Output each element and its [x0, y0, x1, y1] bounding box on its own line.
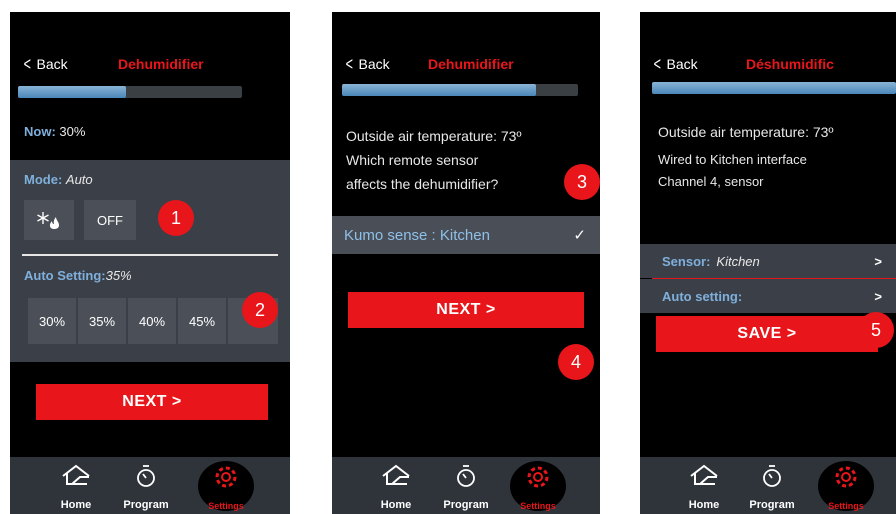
- back-label: Back: [36, 56, 68, 72]
- progress-bar: [18, 86, 242, 98]
- bottom-nav: Home Program Settings: [332, 457, 600, 514]
- step-badge-4: 4: [558, 344, 594, 380]
- now-status: Now: 30%: [24, 124, 85, 139]
- nav-home-label: Home: [688, 499, 720, 511]
- mode-panel: Mode: Auto OFF Auto Setting:35%: [10, 160, 290, 290]
- chevron-left-icon: <: [23, 54, 31, 74]
- question-line-1: Which remote sensor: [346, 152, 479, 168]
- progress-fill: [342, 84, 536, 96]
- step-badge-5: 5: [858, 312, 894, 348]
- next-button[interactable]: NEXT >: [348, 292, 584, 328]
- save-button[interactable]: SAVE >: [656, 316, 878, 352]
- wired-info-line-2: Channel 4, sensor: [658, 174, 764, 189]
- off-button[interactable]: OFF: [84, 200, 136, 240]
- gear-icon: [215, 466, 237, 488]
- back-button[interactable]: < Back: [652, 54, 698, 74]
- auto-setting-row[interactable]: Auto setting: >: [640, 279, 896, 313]
- screen-title: Déshumidific: [746, 56, 834, 72]
- now-value: 30%: [59, 124, 86, 139]
- nav-settings-label: Settings: [208, 501, 244, 511]
- question-line-2: affects the dehumidifier?: [346, 176, 499, 192]
- auto-setting-row: Auto Setting:35%: [24, 268, 132, 283]
- chevron-left-icon: <: [345, 54, 353, 74]
- auto-setting-value: 35%: [105, 268, 132, 283]
- nav-settings-label: Settings: [828, 501, 864, 511]
- mode-value: Auto: [65, 172, 93, 187]
- nav-program-label: Program: [123, 499, 169, 511]
- home-icon: [62, 464, 90, 485]
- mode-row: Mode: Auto: [24, 172, 93, 187]
- sensor-label: Sensor:: [662, 253, 711, 269]
- back-label: Back: [666, 56, 698, 72]
- divider: [22, 254, 278, 256]
- step-badge-1: 1: [158, 200, 194, 236]
- nav-settings-label: Settings: [520, 501, 556, 511]
- sensor-value: Kitchen: [716, 253, 760, 269]
- nav-home[interactable]: Home: [48, 461, 104, 511]
- step-badge-3: 3: [564, 164, 600, 200]
- back-button[interactable]: < Back: [22, 54, 68, 74]
- nav-home[interactable]: Home: [676, 461, 732, 511]
- progress-bar: [652, 82, 896, 94]
- screen-title: Dehumidifier: [428, 56, 514, 72]
- timer-icon: [137, 465, 155, 487]
- screen-summary: < Back Déshumidific Outside air temperat…: [640, 12, 896, 514]
- nav-program-label: Program: [443, 499, 489, 511]
- bottom-nav: Home Program Settings: [10, 457, 290, 514]
- sensor-row[interactable]: Sensor: Kitchen >: [640, 244, 896, 278]
- auto-setting-label: Auto Setting:: [24, 268, 106, 283]
- next-button[interactable]: NEXT >: [36, 384, 268, 420]
- progress-fill: [18, 86, 126, 98]
- nav-program[interactable]: Program: [118, 461, 174, 511]
- nav-settings[interactable]: Settings: [818, 461, 874, 511]
- screen-mode-settings: < Back Dehumidifier Now: 30% Mode: Auto …: [10, 12, 290, 514]
- percent-option-30[interactable]: 30%: [28, 298, 76, 344]
- sensor-option-kitchen[interactable]: Kumo sense : Kitchen ✓: [332, 216, 600, 254]
- auto-setting-label: Auto setting:: [662, 288, 743, 304]
- nav-settings[interactable]: Settings: [510, 461, 566, 511]
- timer-icon: [763, 465, 781, 487]
- now-label: Now:: [24, 124, 56, 139]
- progress-fill: [652, 82, 896, 94]
- back-label: Back: [358, 56, 390, 72]
- bottom-nav: Home Program Settings: [640, 457, 896, 514]
- snowflake-flame-icon: [37, 212, 59, 229]
- nav-program[interactable]: Program: [438, 461, 494, 511]
- checkmark-icon: ✓: [573, 227, 586, 244]
- sensor-option-label: Kumo sense : Kitchen: [344, 226, 490, 244]
- wired-info-line-1: Wired to Kitchen interface: [658, 152, 807, 167]
- nav-program[interactable]: Program: [744, 461, 800, 511]
- outside-temperature: Outside air temperature: 73º: [346, 128, 522, 144]
- gear-icon: [835, 466, 857, 488]
- nav-program-label: Program: [749, 499, 795, 511]
- chevron-left-icon: <: [653, 54, 661, 74]
- step-badge-2: 2: [242, 292, 278, 328]
- timer-icon: [457, 465, 475, 487]
- nav-home-label: Home: [380, 499, 412, 511]
- percent-option-40[interactable]: 40%: [128, 298, 176, 344]
- back-button[interactable]: < Back: [344, 54, 390, 74]
- screen-title: Dehumidifier: [118, 56, 204, 72]
- progress-bar: [342, 84, 578, 96]
- screen-remote-sensor: < Back Dehumidifier Outside air temperat…: [332, 12, 600, 514]
- percent-option-45[interactable]: 45%: [178, 298, 226, 344]
- gear-icon: [527, 466, 549, 488]
- nav-home[interactable]: Home: [368, 461, 424, 511]
- nav-home-label: Home: [60, 499, 92, 511]
- outside-temperature: Outside air temperature: 73º: [658, 124, 834, 140]
- auto-mode-button[interactable]: [24, 200, 74, 240]
- nav-settings[interactable]: Settings: [198, 461, 254, 511]
- home-icon: [382, 464, 410, 485]
- percent-option-35[interactable]: 35%: [78, 298, 126, 344]
- mode-label: Mode:: [24, 172, 63, 187]
- home-icon: [690, 464, 718, 485]
- chevron-right-icon: >: [874, 253, 882, 269]
- chevron-right-icon: >: [874, 288, 882, 304]
